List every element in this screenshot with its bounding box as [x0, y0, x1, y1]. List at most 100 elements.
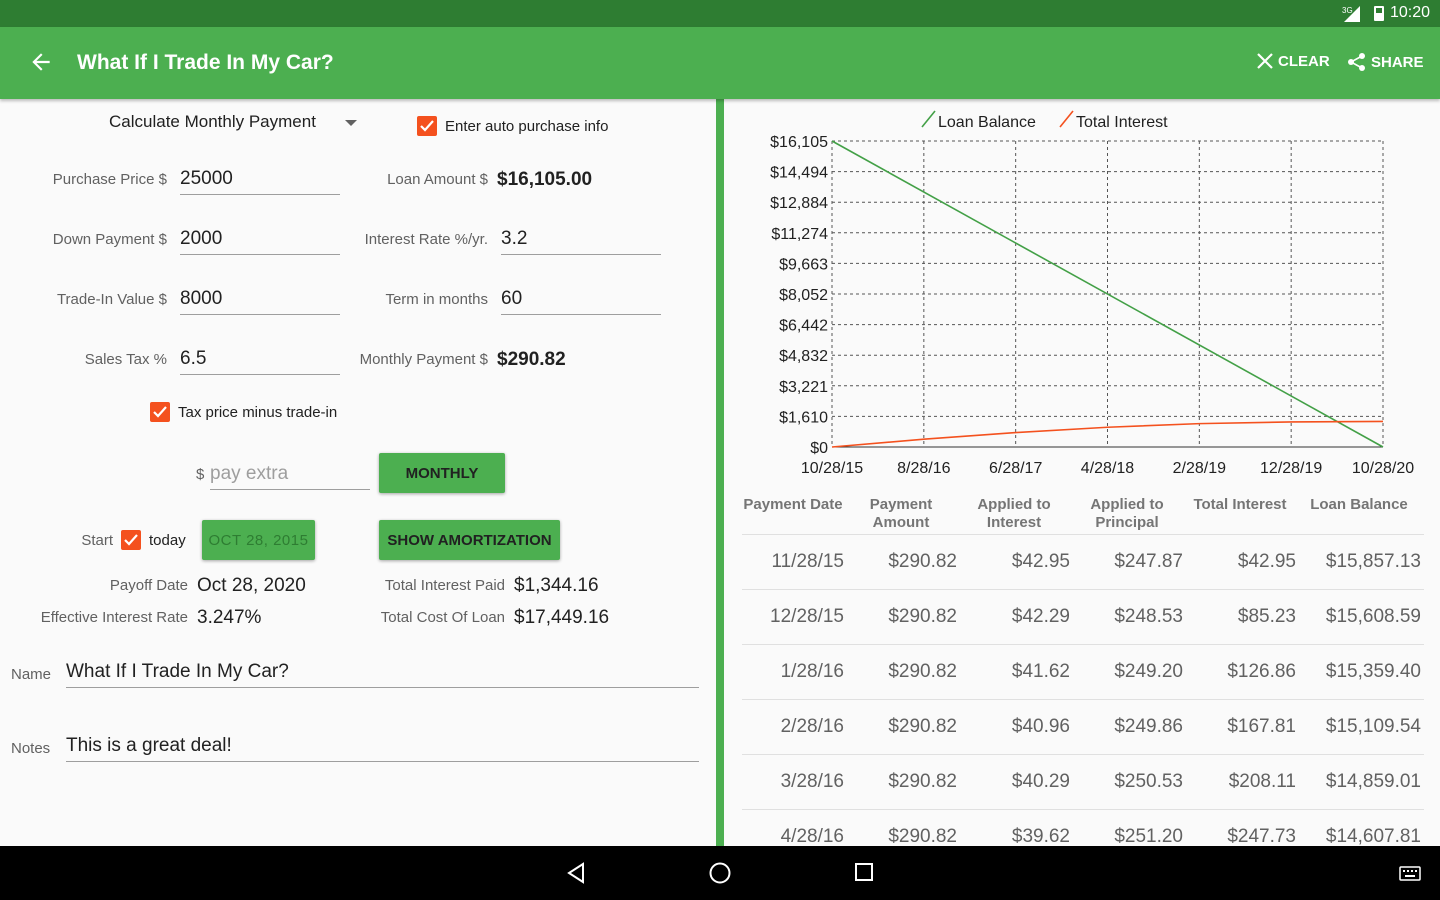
table-cell: 3/28/16: [780, 771, 844, 792]
table-cell: $14,859.01: [1325, 771, 1421, 792]
y-tick-label: $0: [810, 440, 828, 457]
total-cost-value: $17,449.16: [514, 607, 610, 628]
checkmark-icon: [153, 406, 167, 418]
column-header: Applied to Interest: [977, 496, 1051, 531]
sales-tax-input[interactable]: 6.5: [180, 348, 340, 375]
legend-label: Loan Balance: [938, 114, 1036, 131]
table-cell: $15,359.40: [1325, 661, 1421, 682]
loan-amount-label: Loan Amount $: [387, 171, 488, 188]
start-label: Start: [81, 532, 113, 549]
recents-nav-icon[interactable]: [854, 862, 874, 882]
home-nav-icon[interactable]: [708, 861, 732, 885]
column-header: Payment Date: [743, 496, 843, 513]
tax-minus-tradein-checkbox[interactable]: [150, 402, 170, 422]
checkmark-icon: [124, 534, 138, 546]
table-cell: $290.82: [888, 606, 957, 627]
y-tick-label: $16,105: [770, 134, 828, 151]
sales-tax-label: Sales Tax %: [84, 351, 167, 368]
effective-rate-label: Effective Interest Rate: [40, 609, 188, 626]
table-row[interactable]: 1/28/16 $290.82 $41.62 $249.20 $126.86 $15,35…: [742, 644, 1424, 699]
notes-input[interactable]: This is a great deal!: [66, 735, 699, 762]
y-tick-label: $14,494: [770, 165, 828, 182]
close-icon: [1257, 53, 1273, 69]
table-cell: $39.62: [1011, 826, 1070, 847]
column-header: Loan Balance: [1310, 496, 1408, 513]
x-tick-label: 4/28/18: [1081, 460, 1134, 477]
auto-purchase-checkbox[interactable]: [417, 116, 437, 136]
clock: 10:20: [1389, 4, 1430, 21]
back-arrow-icon[interactable]: [28, 49, 54, 75]
y-tick-label: $8,052: [779, 287, 828, 304]
dropdown-arrow-icon[interactable]: [345, 120, 357, 126]
monthly-payment-value: $290.82: [497, 349, 566, 370]
back-nav-icon[interactable]: [565, 862, 587, 884]
show-amortization-button[interactable]: SHOW AMORTIZATION: [379, 520, 560, 560]
table-cell: $290.82: [888, 716, 957, 737]
svg-text:3G: 3G: [1342, 6, 1353, 15]
table-cell: $42.95: [1011, 551, 1070, 572]
monthly-payment-label: Monthly Payment $: [359, 351, 488, 368]
payoff-date-label: Payoff Date: [109, 577, 188, 594]
table-cell: $248.53: [1114, 606, 1183, 627]
legend-marker: [1059, 110, 1074, 128]
y-tick-label: $3,221: [779, 379, 828, 396]
table-cell: 4/28/16: [780, 826, 844, 847]
y-tick-label: $6,442: [779, 318, 828, 335]
pay-extra-prefix: $: [196, 466, 205, 483]
name-label: Name: [11, 666, 52, 683]
table-cell: $290.82: [888, 661, 957, 682]
pay-extra-input[interactable]: pay extra: [210, 463, 370, 490]
clear-label: CLEAR: [1278, 52, 1330, 70]
clear-button[interactable]: CLEAR: [1256, 52, 1330, 70]
start-today-checkbox[interactable]: [121, 530, 141, 550]
app-bar: What If I Trade In My Car? CLEAR SHARE: [0, 27, 1440, 99]
x-tick-label: 6/28/17: [989, 460, 1042, 477]
table-cell: $126.86: [1227, 661, 1296, 682]
y-tick-label: $12,884: [770, 195, 828, 212]
notes-label: Notes: [11, 740, 51, 757]
share-button[interactable]: SHARE: [1347, 52, 1424, 72]
table-cell: 11/28/15: [771, 551, 844, 572]
keyboard-icon[interactable]: [1399, 866, 1421, 881]
name-input[interactable]: What If I Trade In My Car?: [66, 661, 699, 688]
table-cell: 12/28/15: [770, 606, 844, 627]
table-cell: 1/28/16: [780, 661, 844, 682]
legend-marker: [921, 110, 936, 128]
table-row[interactable]: 3/28/16 $290.82 $40.29 $250.53 $208.11 $14,85…: [742, 754, 1424, 809]
table-cell: $251.20: [1114, 826, 1183, 847]
status-bar: 3G 10:20: [0, 0, 1440, 27]
purchase-price-input[interactable]: 25000: [180, 168, 340, 195]
table-cell: $40.96: [1011, 716, 1070, 737]
down-payment-label: Down Payment $: [52, 231, 167, 248]
legend-label: Total Interest: [1076, 114, 1168, 131]
start-date-button[interactable]: OCT 28, 2015: [202, 520, 315, 560]
table-cell: $290.82: [888, 826, 957, 847]
trade-in-label: Trade-In Value $: [56, 291, 167, 308]
checkmark-icon: [420, 120, 434, 132]
term-input[interactable]: 60: [501, 288, 661, 315]
monthly-button[interactable]: MONTHLY: [379, 453, 505, 493]
y-tick-label: $11,274: [771, 226, 828, 243]
battery-icon: [1374, 6, 1384, 21]
page-title: What If I Trade In My Car?: [77, 51, 334, 74]
payoff-date-value: Oct 28, 2020: [197, 575, 306, 596]
purchase-price-label: Purchase Price $: [52, 171, 167, 188]
table-cell: $208.11: [1228, 771, 1296, 792]
table-cell: $40.29: [1011, 771, 1070, 792]
share-label: SHARE: [1371, 53, 1424, 71]
interest-rate-input[interactable]: 3.2: [501, 228, 661, 255]
y-tick-label: $1,610: [779, 409, 828, 426]
table-cell: $42.95: [1237, 551, 1296, 572]
y-tick-label: $9,663: [779, 256, 828, 273]
amortization-chart: Loan Balance Total Interest $16,105 $14,49…: [770, 110, 1414, 477]
mode-select[interactable]: Calculate Monthly Payment: [109, 112, 316, 132]
down-payment-input[interactable]: 2000: [180, 228, 340, 255]
table-row[interactable]: 2/28/16 $290.82 $40.96 $249.86 $167.81 $15,10…: [742, 699, 1424, 754]
panel-divider[interactable]: [716, 99, 724, 846]
trade-in-input[interactable]: 8000: [180, 288, 340, 315]
table-row[interactable]: 12/28/15 $290.82 $42.29 $248.53 $85.23 $15,60…: [742, 589, 1424, 644]
table-row[interactable]: 11/28/15 $290.82 $42.95 $247.87 $42.95 $15,85…: [742, 534, 1424, 589]
signal-icon: 3G: [1342, 6, 1360, 22]
table-cell: $15,109.54: [1325, 716, 1421, 737]
table-cell: $14,607.81: [1325, 826, 1421, 847]
